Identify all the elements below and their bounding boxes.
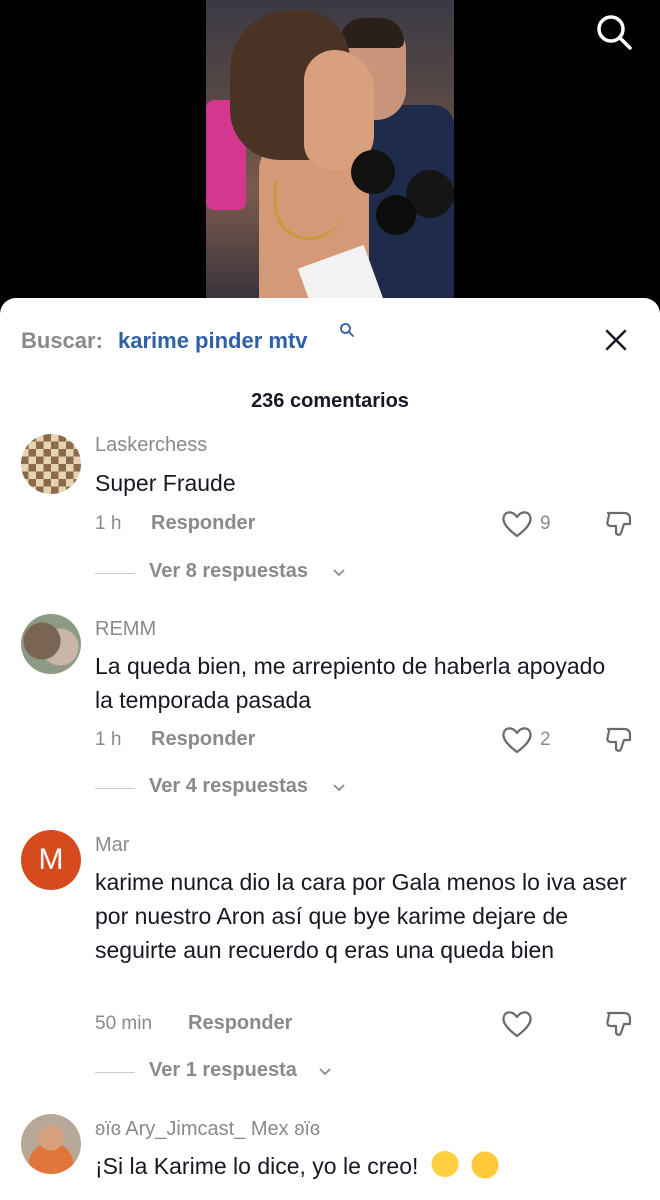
comment-username[interactable]: Laskerchess bbox=[95, 434, 207, 457]
search-prefix: Buscar: bbox=[21, 328, 103, 353]
reply-button[interactable]: Responder bbox=[151, 728, 255, 751]
view-replies-label: Ver 8 respuestas bbox=[149, 560, 308, 582]
video-player[interactable] bbox=[0, 0, 660, 320]
comment-username[interactable]: Mar bbox=[95, 834, 129, 857]
comment-text-content: ¡Si la Karime lo dice, yo le creo! bbox=[95, 1153, 419, 1179]
comment-username[interactable]: ʚïɞ Ary_Jimcast_ Mex ʚïɞ bbox=[95, 1118, 320, 1141]
comment-time: 50 min bbox=[95, 1013, 153, 1034]
reply-button[interactable]: Responder bbox=[188, 1012, 292, 1035]
reply-button[interactable]: Responder bbox=[151, 512, 255, 535]
comment-text: La queda bien, me arrepiento de haberla … bbox=[95, 653, 606, 713]
heart-icon bbox=[502, 511, 532, 538]
replies-divider bbox=[95, 788, 135, 789]
avatar[interactable] bbox=[21, 614, 81, 674]
avatar[interactable] bbox=[21, 434, 81, 494]
search-icon[interactable] bbox=[339, 322, 355, 338]
comments-count: 236 comentarios bbox=[251, 390, 409, 412]
thumbs-down-icon[interactable] bbox=[604, 723, 636, 755]
view-replies-button[interactable]: Ver 8 respuestas bbox=[95, 560, 355, 588]
comment-text: karime nunca dio la cara por Gala menos … bbox=[95, 869, 627, 963]
avatar[interactable]: M bbox=[21, 830, 81, 890]
chevron-down-icon bbox=[333, 784, 345, 792]
thumbs-down-icon[interactable] bbox=[604, 507, 636, 539]
chevron-down-icon bbox=[333, 569, 345, 577]
comment-text: ¡Si la Karime lo dice, yo le creo! bbox=[95, 1149, 635, 1183]
close-icon[interactable] bbox=[602, 326, 630, 354]
search-icon[interactable] bbox=[594, 12, 634, 52]
chevron-down-icon bbox=[319, 1068, 331, 1076]
heart-icon bbox=[502, 1011, 532, 1038]
like-count: 2 bbox=[540, 729, 551, 750]
heart-icon bbox=[502, 727, 532, 754]
comment-time: 1 h bbox=[95, 729, 122, 750]
view-replies-label: Ver 4 respuestas bbox=[149, 775, 308, 797]
comment-username[interactable]: REMM bbox=[95, 618, 156, 641]
avatar[interactable] bbox=[21, 1114, 81, 1174]
rolling-on-floor-laughing-emoji bbox=[471, 1151, 500, 1179]
view-replies-button[interactable]: Ver 1 respuesta bbox=[95, 1059, 355, 1087]
view-replies-label: Ver 1 respuesta bbox=[149, 1059, 297, 1081]
like-count: 9 bbox=[540, 513, 551, 534]
sheet-header: Buscar: karime pinder mtv bbox=[0, 320, 660, 360]
microphone bbox=[376, 195, 416, 235]
comment-time: 1 h bbox=[95, 513, 122, 534]
comment-text: Super Fraude bbox=[95, 470, 236, 496]
comments-sheet: Buscar: karime pinder mtv 236 comentario… bbox=[0, 298, 660, 1200]
smiling-face-with-hearts-emoji bbox=[430, 1151, 459, 1179]
microphone bbox=[351, 150, 395, 194]
view-replies-button[interactable]: Ver 4 respuestas bbox=[95, 775, 355, 803]
video-frame bbox=[206, 0, 454, 320]
thumbs-down-icon[interactable] bbox=[604, 1007, 636, 1039]
search-suggestion-link[interactable]: karime pinder mtv bbox=[118, 328, 308, 354]
replies-divider bbox=[95, 1072, 135, 1073]
replies-divider bbox=[95, 573, 135, 574]
